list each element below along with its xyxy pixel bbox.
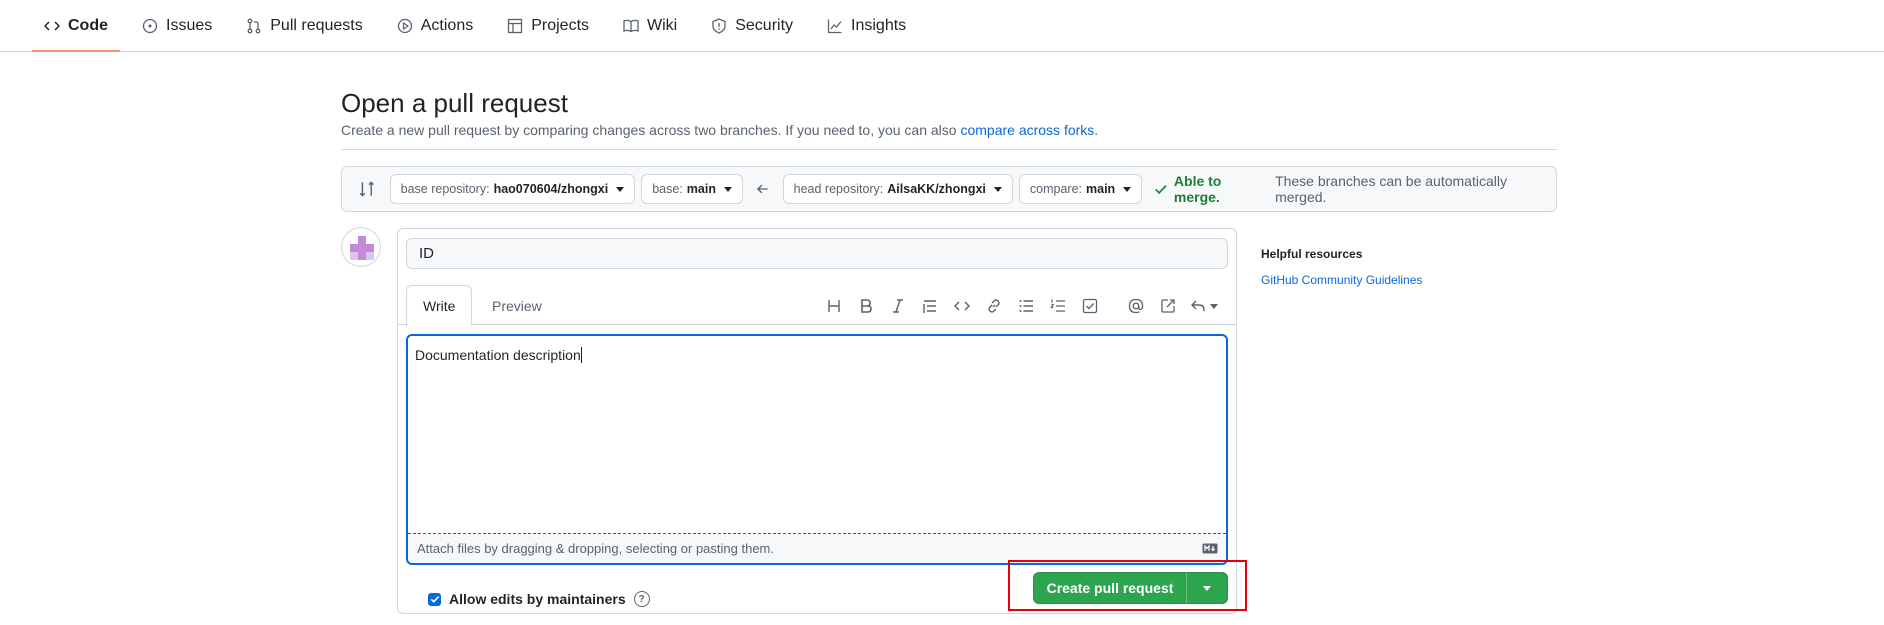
merge-ok-text: Able to merge. xyxy=(1173,173,1222,205)
identicon-icon xyxy=(350,236,374,260)
compare-arrows-icon xyxy=(359,181,374,197)
sidebar-title: Helpful resources xyxy=(1261,247,1363,261)
create-pull-request-label[interactable]: Create pull request xyxy=(1034,573,1187,603)
attach-text: Attach files by dragging & dropping, sel… xyxy=(417,541,774,556)
merge-desc-text: These branches can be automatically merg… xyxy=(1275,173,1507,205)
tab-label: Insights xyxy=(851,16,907,34)
play-icon xyxy=(397,18,412,33)
create-options-dropdown[interactable] xyxy=(1187,573,1227,603)
markdown-icon xyxy=(1202,543,1218,554)
tab-pull-requests[interactable]: Pull requests xyxy=(234,0,375,51)
tab-wiki[interactable]: Wiki xyxy=(611,0,689,51)
tab-label: Security xyxy=(735,16,794,34)
italic-icon[interactable] xyxy=(882,295,914,317)
avatar xyxy=(341,227,381,267)
head-repository-select[interactable]: head repository: AilsaKK/zhongxi xyxy=(782,174,1013,204)
quote-icon[interactable] xyxy=(914,295,946,317)
allow-edits-checkbox[interactable] xyxy=(428,592,441,606)
repo-nav: Code Issues Pull requests Actions Projec… xyxy=(0,0,1884,52)
tab-label: Issues xyxy=(166,16,213,34)
link-icon[interactable] xyxy=(978,295,1010,317)
table-icon xyxy=(508,18,523,33)
unordered-list-icon[interactable] xyxy=(1010,295,1042,317)
base-repo-label: base repository: xyxy=(400,182,490,196)
attach-files-bar[interactable]: Attach files by dragging & dropping, sel… xyxy=(408,533,1226,563)
pull-request-icon xyxy=(247,18,261,33)
community-guidelines-link[interactable]: GitHub Community Guidelines xyxy=(1261,273,1422,287)
ordered-list-icon[interactable] xyxy=(1042,295,1074,317)
compare-value: main xyxy=(1086,182,1116,196)
tab-code[interactable]: Code xyxy=(32,0,120,52)
compare-branch-select[interactable]: compare: main xyxy=(1018,174,1143,204)
subtitle-text: Create a new pull request by comparing c… xyxy=(341,122,961,138)
merge-status: Able to merge. These branches can be aut… xyxy=(1154,173,1556,205)
body-text[interactable]: Documentation description xyxy=(415,347,582,363)
caret-down-icon xyxy=(616,186,625,192)
tab-issues[interactable]: Issues xyxy=(130,0,224,51)
page-subtitle: Create a new pull request by comparing c… xyxy=(341,122,1098,138)
divider xyxy=(341,149,1557,150)
question-icon[interactable]: ? xyxy=(633,591,650,607)
tab-label: Actions xyxy=(420,16,474,34)
compare-label: compare: xyxy=(1029,182,1083,196)
code-icon[interactable] xyxy=(946,295,978,317)
base-branch-select[interactable]: base: main xyxy=(641,174,743,204)
base-repository-select[interactable]: base repository: hao070604/zhongxi xyxy=(389,174,636,204)
check-icon xyxy=(1155,184,1167,195)
base-label: base: xyxy=(652,182,683,196)
graph-icon xyxy=(827,19,842,33)
caret-down-icon xyxy=(1123,186,1132,192)
cross-reference-icon[interactable] xyxy=(1152,295,1184,317)
title-input[interactable] xyxy=(406,238,1228,269)
tab-preview[interactable]: Preview xyxy=(476,285,558,326)
pull-request-form: Write Preview Documentation description … xyxy=(397,228,1237,614)
allow-edits-label: Allow edits by maintainers xyxy=(449,591,626,607)
heading-icon[interactable] xyxy=(818,295,850,317)
markdown-toolbar xyxy=(818,295,1224,317)
head-repo-label: head repository: xyxy=(793,182,884,196)
create-pull-request-button[interactable]: Create pull request xyxy=(1033,572,1228,604)
bold-icon[interactable] xyxy=(850,295,882,317)
tab-label: Pull requests xyxy=(270,16,363,34)
allow-edits-option[interactable]: Allow edits by maintainers ? xyxy=(428,591,650,607)
reply-icon[interactable] xyxy=(1184,295,1224,317)
tab-label: Projects xyxy=(531,16,590,34)
code-icon xyxy=(44,20,60,31)
shield-icon xyxy=(712,17,726,34)
tasklist-icon[interactable] xyxy=(1074,295,1106,317)
editor-tabs: Write Preview xyxy=(398,285,1236,326)
compare-across-forks-link[interactable]: compare across forks. xyxy=(960,122,1098,138)
tab-projects[interactable]: Projects xyxy=(495,0,601,51)
tab-label: Wiki xyxy=(647,16,678,34)
caret-down-icon xyxy=(723,186,732,192)
tab-security[interactable]: Security xyxy=(699,0,805,51)
caret-down-icon xyxy=(993,186,1002,192)
head-repo-value: AilsaKK/zhongxi xyxy=(887,182,986,196)
base-repo-value: hao070604/zhongxi xyxy=(493,182,609,196)
page-title: Open a pull request xyxy=(341,88,568,118)
tab-label: Code xyxy=(68,16,108,34)
caret-down-icon xyxy=(1203,585,1211,591)
mention-icon[interactable] xyxy=(1120,295,1152,317)
tab-insights[interactable]: Insights xyxy=(815,0,918,51)
book-icon xyxy=(623,19,639,32)
tab-actions[interactable]: Actions xyxy=(385,0,485,51)
body-textarea[interactable]: Documentation description Attach files b… xyxy=(406,334,1228,565)
issue-icon xyxy=(142,18,158,33)
tab-write[interactable]: Write xyxy=(406,285,473,326)
base-value: main xyxy=(686,182,716,196)
arrow-left-icon xyxy=(756,184,768,194)
compare-bar: base repository: hao070604/zhongxi base:… xyxy=(341,166,1557,212)
